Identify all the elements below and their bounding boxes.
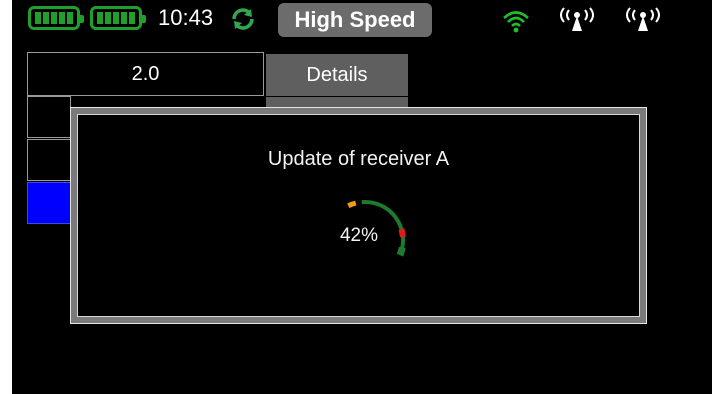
- transmitter-screen: 10:43 High Speed 2.0 Details Update of r…: [12, 0, 712, 394]
- value-cell[interactable]: 2.0: [27, 52, 264, 96]
- wifi-icon: [503, 11, 529, 33]
- progress-percent: 42%: [339, 225, 379, 246]
- speed-mode-badge[interactable]: High Speed: [278, 3, 432, 37]
- update-dialog: Update of receiver A 42%: [70, 107, 647, 324]
- sync-icon[interactable]: [230, 6, 256, 32]
- battery-icon: [90, 6, 146, 30]
- battery-icon: [28, 6, 84, 30]
- progress-head-marker: [396, 246, 406, 257]
- clock: 10:43: [158, 5, 214, 30]
- antenna-icon: [626, 7, 660, 31]
- row-cell[interactable]: [27, 139, 71, 181]
- antenna-icon: [560, 7, 594, 31]
- row-cell[interactable]: [27, 96, 71, 138]
- progress-start-marker: [347, 200, 357, 209]
- details-button[interactable]: Details: [266, 54, 408, 96]
- progress-alert-marker: [398, 228, 406, 238]
- selected-row-cell[interactable]: [27, 182, 71, 224]
- dialog-title: Update of receiver A: [267, 148, 450, 170]
